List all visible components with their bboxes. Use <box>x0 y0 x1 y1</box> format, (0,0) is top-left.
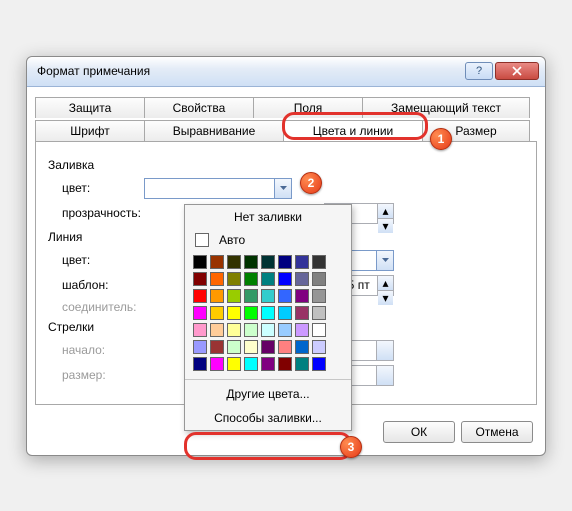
palette-color[interactable] <box>295 357 309 371</box>
palette-color[interactable] <box>244 357 258 371</box>
palette-color[interactable] <box>295 272 309 286</box>
palette-color[interactable] <box>278 289 292 303</box>
close-button[interactable] <box>495 62 539 80</box>
palette-color[interactable] <box>210 306 224 320</box>
palette-color[interactable] <box>261 306 275 320</box>
titlebar[interactable]: Формат примечания ? <box>27 57 545 87</box>
dd-more-colors[interactable]: Другие цвета... <box>185 382 351 406</box>
palette-color[interactable] <box>244 255 258 269</box>
tabs: Защита Свойства Поля Замещающий текст Шр… <box>35 95 537 141</box>
palette-color[interactable] <box>312 323 326 337</box>
palette-color[interactable] <box>244 306 258 320</box>
cancel-button[interactable]: Отмена <box>461 421 533 443</box>
chevron-down-icon[interactable] <box>376 251 393 270</box>
dd-auto[interactable]: Авто <box>185 229 351 251</box>
tab-align[interactable]: Выравнивание <box>144 120 284 141</box>
palette-color[interactable] <box>210 323 224 337</box>
palette-color[interactable] <box>244 289 258 303</box>
palette-color[interactable] <box>193 323 207 337</box>
window-title: Формат примечания <box>33 64 463 78</box>
palette-color[interactable] <box>261 323 275 337</box>
palette-color[interactable] <box>227 289 241 303</box>
palette-color[interactable] <box>278 357 292 371</box>
tab-size[interactable]: Размер <box>422 120 530 141</box>
palette-color[interactable] <box>295 289 309 303</box>
palette-color[interactable] <box>312 340 326 354</box>
tab-panel-colors: Заливка цвет: прозрачность: 0 % ▴▾ Линия… <box>35 141 537 405</box>
tab-fields[interactable]: Поля <box>253 97 363 118</box>
palette-color[interactable] <box>295 255 309 269</box>
palette-color[interactable] <box>210 272 224 286</box>
palette-color[interactable] <box>278 323 292 337</box>
label-arrow-size: размер: <box>48 368 144 382</box>
palette-color[interactable] <box>193 306 207 320</box>
dd-auto-label: Авто <box>219 233 245 247</box>
help-button[interactable]: ? <box>465 62 493 80</box>
palette-color[interactable] <box>261 255 275 269</box>
palette-color[interactable] <box>312 357 326 371</box>
dd-no-fill[interactable]: Нет заливки <box>185 205 351 229</box>
palette-color[interactable] <box>244 340 258 354</box>
tab-font[interactable]: Шрифт <box>35 120 145 141</box>
close-icon <box>512 66 522 76</box>
format-comment-dialog: Формат примечания ? Защита Свойства Поля… <box>26 56 546 456</box>
palette-color[interactable] <box>278 272 292 286</box>
palette-color[interactable] <box>278 255 292 269</box>
palette-color[interactable] <box>261 289 275 303</box>
palette-color[interactable] <box>193 272 207 286</box>
palette-color[interactable] <box>278 306 292 320</box>
palette-color[interactable] <box>210 289 224 303</box>
tab-colors[interactable]: Цвета и линии <box>283 120 423 141</box>
palette-color[interactable] <box>227 323 241 337</box>
auto-swatch <box>195 233 209 247</box>
fill-color-swatch <box>148 182 268 195</box>
fill-color-combo[interactable] <box>144 178 292 199</box>
fill-color-dropdown-arrow[interactable] <box>274 179 291 198</box>
label-fill-color: цвет: <box>48 181 144 195</box>
palette-color[interactable] <box>295 323 309 337</box>
label-line-color: цвет: <box>48 253 144 267</box>
palette-color[interactable] <box>193 357 207 371</box>
palette-color[interactable] <box>227 272 241 286</box>
spin-down[interactable]: ▾ <box>378 291 393 305</box>
label-line-template: шаблон: <box>48 278 144 292</box>
palette-color[interactable] <box>227 357 241 371</box>
palette-color[interactable] <box>193 255 207 269</box>
spin-up[interactable]: ▴ <box>378 204 393 219</box>
palette-color[interactable] <box>278 340 292 354</box>
group-fill: Заливка <box>48 158 524 172</box>
tab-protect[interactable]: Защита <box>35 97 145 118</box>
palette-color[interactable] <box>227 306 241 320</box>
label-arrow-start: начало: <box>48 343 144 357</box>
palette-color[interactable] <box>193 340 207 354</box>
palette-color[interactable] <box>210 357 224 371</box>
tab-alt[interactable]: Замещающий текст <box>362 97 530 118</box>
dd-fill-effects[interactable]: Способы заливки... <box>185 406 351 430</box>
palette-color[interactable] <box>210 255 224 269</box>
palette-color[interactable] <box>210 340 224 354</box>
palette-color[interactable] <box>227 255 241 269</box>
color-dropdown: Нет заливки Авто Другие цвета... Способы… <box>184 204 352 431</box>
label-transparency: прозрачность: <box>48 206 144 220</box>
palette-color[interactable] <box>227 340 241 354</box>
palette-color[interactable] <box>312 306 326 320</box>
palette-color[interactable] <box>261 357 275 371</box>
color-palette <box>185 251 351 377</box>
palette-color[interactable] <box>193 289 207 303</box>
tab-props[interactable]: Свойства <box>144 97 254 118</box>
palette-color[interactable] <box>244 323 258 337</box>
label-connector: соединитель: <box>48 300 144 314</box>
palette-color[interactable] <box>261 272 275 286</box>
palette-color[interactable] <box>261 340 275 354</box>
spin-down[interactable]: ▾ <box>378 219 393 233</box>
palette-color[interactable] <box>312 289 326 303</box>
spin-up[interactable]: ▴ <box>378 276 393 291</box>
palette-color[interactable] <box>312 272 326 286</box>
ok-button[interactable]: ОК <box>383 421 455 443</box>
palette-color[interactable] <box>295 306 309 320</box>
palette-color[interactable] <box>295 340 309 354</box>
palette-color[interactable] <box>312 255 326 269</box>
chevron-down-icon <box>280 186 287 190</box>
palette-color[interactable] <box>244 272 258 286</box>
